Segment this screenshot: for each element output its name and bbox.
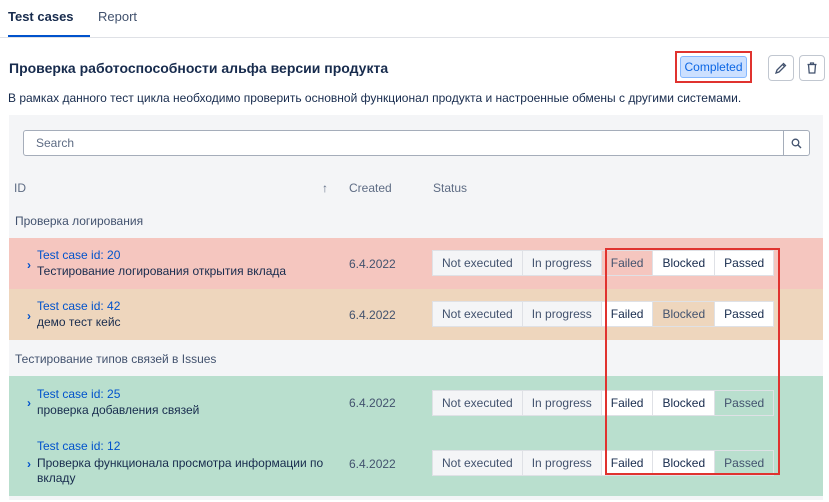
search-box <box>23 130 810 156</box>
chevron-right-icon[interactable]: › <box>27 258 31 272</box>
trash-icon <box>807 62 817 74</box>
status-option-blocked[interactable]: Blocked <box>652 250 716 276</box>
table-row: › Test case id: 20 Тестирование логирова… <box>9 238 823 289</box>
column-header-created[interactable]: Created <box>349 181 392 195</box>
table-row: › Test case id: 25 проверка добавления с… <box>9 376 823 429</box>
status-option-failed[interactable]: Failed <box>600 450 654 476</box>
column-header-status: Status <box>433 181 468 195</box>
status-option-failed[interactable]: Failed <box>600 301 654 327</box>
tab-bar: Test cases Report <box>0 0 829 38</box>
edit-button[interactable] <box>768 55 794 81</box>
status-option-in-progress[interactable]: In progress <box>521 250 602 276</box>
cycle-description: В рамках данного тест цикла необходимо п… <box>8 91 742 105</box>
test-case-name: демо тест кейс <box>37 315 121 329</box>
table-row: › Test case id: 42 демо тест кейс 6.4.20… <box>9 289 823 340</box>
test-case-id-link[interactable]: Test case id: 42 <box>37 299 120 313</box>
status-selector: Not executed In progress Failed Blocked … <box>432 301 775 327</box>
tab-report[interactable]: Report <box>98 9 137 35</box>
arrow-up-icon[interactable]: ↑ <box>322 181 328 195</box>
column-header-id[interactable]: ID <box>14 181 26 195</box>
chevron-right-icon[interactable]: › <box>27 457 31 471</box>
status-option-in-progress[interactable]: In progress <box>521 390 602 416</box>
status-selector: Not executed In progress Failed Blocked … <box>432 450 775 476</box>
status-option-not-executed[interactable]: Not executed <box>432 450 523 476</box>
created-date: 6.4.2022 <box>349 457 396 471</box>
test-case-name: Проверка функционала просмотра информаци… <box>37 456 324 485</box>
search-button[interactable] <box>783 131 809 155</box>
status-option-blocked[interactable]: Blocked <box>652 450 716 476</box>
chevron-right-icon[interactable]: › <box>27 396 31 410</box>
created-date: 6.4.2022 <box>349 257 396 271</box>
test-case-id-link[interactable]: Test case id: 20 <box>37 248 120 262</box>
status-highlight-box: Completed <box>675 51 752 83</box>
test-case-id-link[interactable]: Test case id: 25 <box>37 387 120 401</box>
test-case-name: Тестирование логирования открытия вклада <box>37 264 287 278</box>
chevron-right-icon[interactable]: › <box>27 309 31 323</box>
test-case-id-link[interactable]: Test case id: 12 <box>37 439 120 453</box>
status-option-failed[interactable]: Failed <box>600 250 654 276</box>
status-option-passed[interactable]: Passed <box>714 390 775 416</box>
pencil-icon <box>774 62 787 75</box>
group-header: Проверка логирования <box>15 214 144 228</box>
table-row: › Test case id: 12 Проверка функционала … <box>9 429 823 496</box>
status-option-in-progress[interactable]: In progress <box>521 450 602 476</box>
status-option-blocked[interactable]: Blocked <box>652 390 716 416</box>
status-option-in-progress[interactable]: In progress <box>521 301 602 327</box>
status-option-not-executed[interactable]: Not executed <box>432 390 523 416</box>
page-title: Проверка работоспособности альфа версии … <box>9 60 389 76</box>
delete-button[interactable] <box>799 55 825 81</box>
search-input[interactable] <box>24 131 782 155</box>
status-badge[interactable]: Completed <box>680 56 747 78</box>
test-case-name: проверка добавления связей <box>37 403 200 417</box>
status-selector: Not executed In progress Failed Blocked … <box>432 250 775 276</box>
status-option-not-executed[interactable]: Not executed <box>432 301 523 327</box>
search-icon <box>791 138 802 148</box>
status-option-failed[interactable]: Failed <box>600 390 654 416</box>
created-date: 6.4.2022 <box>349 396 396 410</box>
created-date: 6.4.2022 <box>349 308 396 322</box>
status-option-not-executed[interactable]: Not executed <box>432 250 523 276</box>
test-cases-panel: ID ↑ Created Status Проверка логирования… <box>9 115 823 500</box>
status-selector: Not executed In progress Failed Blocked … <box>432 390 775 416</box>
tab-test-cases[interactable]: Test cases <box>8 9 90 37</box>
group-header: Тестирование типов связей в Issues <box>15 352 217 366</box>
status-option-blocked[interactable]: Blocked <box>652 301 716 327</box>
status-option-passed[interactable]: Passed <box>714 450 775 476</box>
status-option-passed[interactable]: Passed <box>714 301 775 327</box>
status-option-passed[interactable]: Passed <box>714 250 775 276</box>
